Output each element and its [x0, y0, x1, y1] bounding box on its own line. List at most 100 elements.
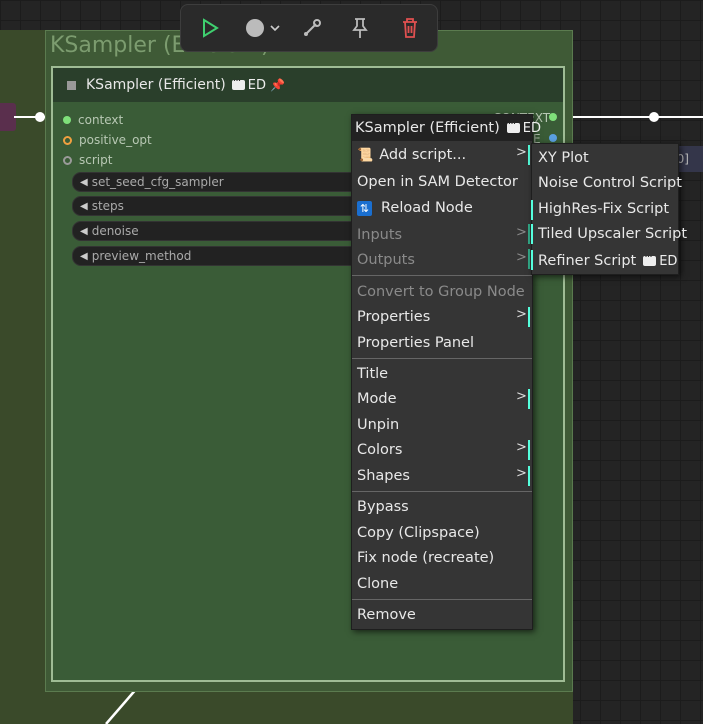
menu-item-copy-clipspace[interactable]: Copy (Clipspace) — [357, 522, 480, 544]
widget-decrement-icon[interactable]: ◀ — [80, 251, 88, 262]
input-slot-positive-opt[interactable]: positive_opt — [63, 133, 152, 147]
menu-item-inputs: Inputs — [357, 224, 402, 246]
menu-item-title[interactable]: Title — [357, 363, 388, 385]
submenu-indicator — [528, 389, 530, 409]
menu-separator — [352, 491, 532, 492]
menu-item-open-sam[interactable]: Open in SAM Detector — [357, 171, 518, 193]
widget-decrement-icon[interactable]: ◀ — [80, 226, 88, 237]
submenu-item-noise-control[interactable]: Noise Control Script — [538, 172, 682, 194]
slot-dot[interactable] — [63, 155, 72, 165]
submenu-item-label: Noise Control Script — [538, 175, 682, 191]
submenu-item-tiled-upscaler[interactable]: Tiled Upscaler Script — [538, 223, 687, 245]
menu-item-reload-node[interactable]: ⇅ Reload Node — [357, 197, 473, 219]
menu-item-mode[interactable]: Mode — [357, 388, 397, 410]
menu-item-clone[interactable]: Clone — [357, 573, 398, 595]
submenu-indicator — [528, 224, 530, 244]
menu-item-label: Open in SAM Detector — [357, 174, 518, 190]
menu-title: KSampler (Efficient) ED — [352, 115, 541, 141]
widget-preview-method[interactable]: ◀ preview_method — [72, 246, 364, 266]
submenu-arrow-icon: > — [516, 250, 527, 265]
eyedropper-icon — [304, 19, 321, 36]
widget-label: set_seed_cfg_sampler — [91, 175, 224, 189]
comment-icon — [643, 250, 657, 266]
submenu-indicator — [528, 307, 530, 327]
input-slot-script[interactable]: script — [63, 153, 112, 167]
menu-item-label: Inputs — [357, 227, 403, 243]
widget-denoise[interactable]: ◀ denoise — [72, 221, 364, 241]
pin-button[interactable] — [345, 14, 375, 42]
menu-item-properties-panel[interactable]: Properties Panel — [357, 332, 474, 354]
submenu-item-highres-fix[interactable]: HighRes-Fix Script — [538, 198, 669, 220]
submenu-indicator — [531, 200, 533, 220]
slot-dot[interactable] — [63, 116, 71, 124]
menu-item-label: Convert to Group Node — [357, 284, 525, 300]
menu-item-properties[interactable]: Properties — [357, 306, 430, 328]
widget-decrement-icon[interactable]: ◀ — [80, 177, 88, 188]
comment-icon — [506, 117, 520, 133]
trash-icon — [403, 18, 417, 38]
menu-item-outputs: Outputs — [357, 249, 415, 271]
submenu-arrow-icon: > — [516, 225, 527, 240]
submenu-item-xy-plot[interactable]: XY Plot — [538, 147, 589, 169]
menu-item-add-script[interactable]: 📜 Add script... — [357, 144, 466, 166]
menu-title-text: KSampler (Efficient) — [355, 120, 500, 136]
menu-item-label: Bypass — [357, 499, 409, 515]
submenu-item-refiner[interactable]: Refiner Script ED — [538, 250, 677, 272]
menu-item-remove[interactable]: Remove — [357, 604, 416, 626]
submenu-indicator — [528, 440, 530, 460]
widget-steps[interactable]: ◀ steps — [72, 196, 364, 216]
eyedropper-button[interactable] — [297, 14, 327, 42]
menu-separator — [352, 358, 532, 359]
wire-midpoint[interactable] — [35, 112, 45, 122]
delete-button[interactable] — [395, 14, 425, 42]
output-slot-dot-2[interactable] — [549, 134, 557, 142]
collapse-toggle[interactable] — [67, 80, 76, 90]
menu-item-shapes[interactable]: Shapes — [357, 465, 410, 487]
input-slot-context[interactable]: context — [63, 113, 123, 127]
menu-item-label: Copy (Clipspace) — [357, 525, 480, 541]
node-context-menu: KSampler (Efficient) ED 📜 Add script... … — [351, 114, 541, 630]
scroll-icon: 📜 — [357, 147, 374, 163]
menu-item-label: Mode — [357, 391, 397, 407]
run-icon — [203, 18, 219, 38]
menu-item-label: Properties — [357, 309, 431, 325]
menu-title-badge: ED — [506, 117, 541, 136]
menu-item-label: Outputs — [357, 252, 415, 268]
menu-item-label: Shapes — [357, 468, 410, 484]
menu-item-label: Fix node (recreate) — [357, 550, 495, 566]
submenu-indicator — [528, 466, 530, 486]
submenu-indicator — [531, 224, 533, 244]
submenu-item-label: XY Plot — [538, 150, 589, 166]
color-dot-icon — [246, 19, 280, 37]
add-script-submenu: XY Plot Noise Control Script HighRes-Fix… — [531, 143, 687, 275]
run-button[interactable] — [195, 14, 225, 42]
slot-dot[interactable] — [63, 135, 72, 145]
slot-label: positive_opt — [79, 133, 152, 147]
color-picker-button[interactable] — [239, 14, 283, 42]
slot-label: context — [78, 113, 124, 127]
menu-item-bypass[interactable]: Bypass — [357, 496, 409, 518]
pin-icon: 📌 — [269, 78, 285, 92]
widget-label: preview_method — [91, 249, 192, 263]
submenu-indicator — [528, 249, 530, 269]
menu-item-unpin[interactable]: Unpin — [357, 414, 399, 436]
menu-item-label: Colors — [357, 442, 403, 458]
background-group-left[interactable] — [0, 30, 48, 724]
reload-icon: ⇅ — [357, 200, 372, 216]
menu-item-fix-node[interactable]: Fix node (recreate) — [357, 547, 494, 569]
output-slot-dot[interactable] — [549, 113, 557, 121]
widget-label: denoise — [91, 224, 139, 238]
node-header[interactable]: KSampler (Efficient) ED 📌 — [53, 68, 563, 102]
refiner-badge: ED — [643, 250, 677, 269]
widget-set-seed-cfg-sampler[interactable]: ◀ set_seed_cfg_sampler — [72, 172, 364, 192]
widget-decrement-icon[interactable]: ◀ — [80, 201, 88, 212]
wire-midpoint-right[interactable] — [649, 112, 659, 122]
comment-icon — [231, 74, 245, 90]
menu-title-badge-label: ED — [522, 120, 541, 136]
menu-item-colors[interactable]: Colors — [357, 439, 402, 461]
submenu-arrow-icon: > — [516, 466, 527, 481]
node-title: KSampler (Efficient) — [86, 77, 226, 93]
submenu-item-label: Tiled Upscaler Script — [538, 226, 688, 242]
menu-item-label: Reload Node — [381, 200, 473, 216]
selection-toolbar — [180, 4, 438, 52]
